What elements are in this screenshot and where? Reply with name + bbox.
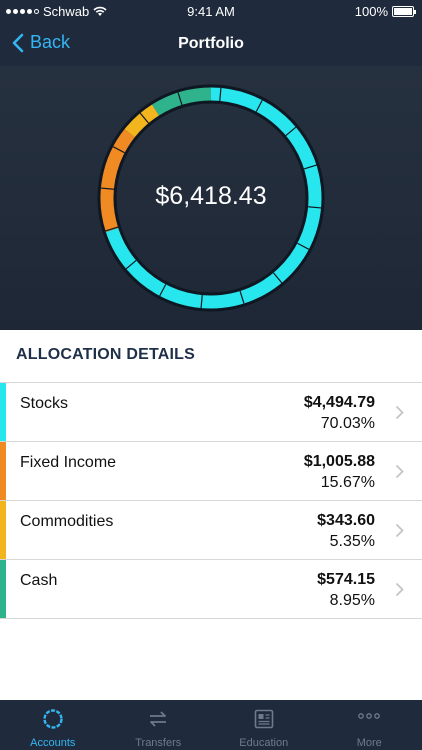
allocation-row-fixed-income[interactable]: Fixed Income $1,005.88 15.67% (0, 442, 422, 501)
tab-label: Transfers (135, 737, 182, 749)
allocation-details-heading: ALLOCATION DETAILS (16, 346, 195, 363)
portfolio-total: $6,418.43 (155, 182, 267, 210)
category-percent: 5.35% (329, 533, 375, 550)
chevron-right-icon (395, 582, 404, 597)
category-amount: $4,494.79 (303, 394, 375, 411)
battery-percent: 100% (354, 4, 388, 19)
tab-bar: Accounts Transfers Education More (0, 700, 422, 750)
portfolio-summary: $6,418.43 (0, 66, 422, 330)
tab-label: Accounts (30, 737, 76, 749)
tab-accounts[interactable]: Accounts (0, 700, 106, 750)
allocation-row-cash[interactable]: Cash $574.15 8.95% (0, 560, 422, 619)
tab-label: More (356, 737, 382, 749)
category-percent: 70.03% (320, 415, 375, 432)
chevron-right-icon (395, 464, 404, 479)
battery-icon (392, 6, 416, 17)
navigation-bar: Back Portfolio (0, 22, 422, 66)
category-amount: $1,005.88 (303, 453, 375, 470)
category-percent: 15.67% (320, 474, 375, 491)
category-color-bar (0, 501, 6, 559)
category-percent: 8.95% (329, 592, 375, 609)
accounts-icon (43, 709, 63, 729)
status-bar: Schwab 9:41 AM 100% (0, 0, 422, 22)
category-color-bar (0, 560, 6, 618)
chevron-right-icon (395, 405, 404, 420)
more-icon (358, 713, 381, 719)
battery-status: 100% (354, 4, 416, 19)
tab-label: Education (239, 737, 289, 749)
allocation-list: Stocks $4,494.79 70.03% Fixed Income $1,… (0, 382, 422, 619)
tab-transfers[interactable]: Transfers (106, 700, 212, 750)
category-amount: $574.15 (317, 571, 375, 588)
page-title: Portfolio (178, 35, 244, 52)
category-name: Cash (20, 572, 58, 589)
chevron-right-icon (395, 523, 404, 538)
tab-education[interactable]: Education (211, 700, 317, 750)
category-name: Stocks (20, 395, 69, 412)
allocation-row-stocks[interactable]: Stocks $4,494.79 70.03% (0, 383, 422, 442)
transfers-icon (150, 711, 167, 727)
category-name: Commodities (20, 513, 114, 530)
category-color-bar (0, 442, 6, 500)
category-amount: $343.60 (317, 512, 375, 529)
tab-more[interactable]: More (317, 700, 422, 750)
category-color-bar (0, 383, 6, 441)
allocation-row-commodities[interactable]: Commodities $343.60 5.35% (0, 501, 422, 560)
education-icon (254, 709, 274, 729)
category-name: Fixed Income (20, 454, 117, 471)
